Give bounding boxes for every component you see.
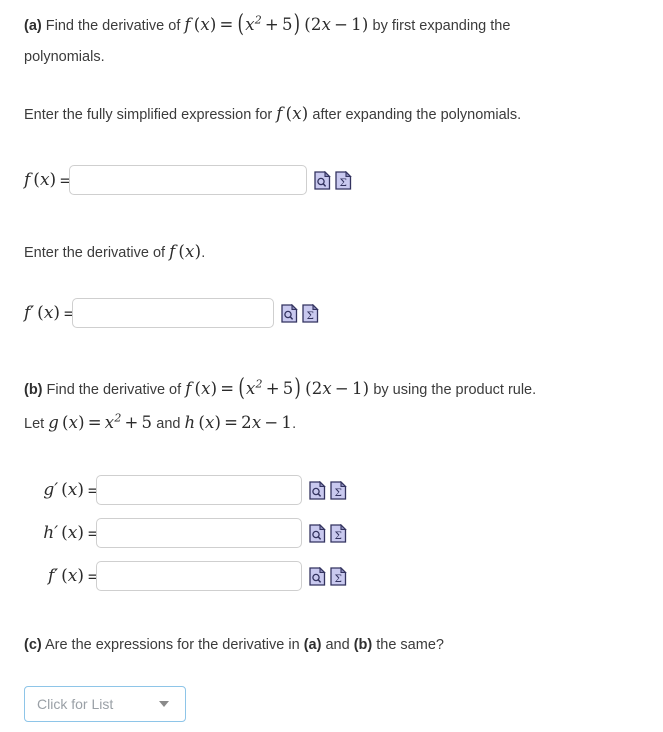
answer-label-fprime-b: f′ (x)	[47, 566, 84, 586]
let-and: and	[156, 416, 181, 432]
part-c-question: (c) Are the expressions for the derivati…	[24, 630, 444, 660]
svg-text:Σ: Σ	[307, 310, 314, 322]
part-a-question-line2: polynomials.	[24, 49, 105, 65]
answer-input-fx[interactable]	[68, 165, 307, 195]
definition-h: h (x) = 2x −1	[184, 413, 293, 432]
instruction-1-after: after expanding the polynomials.	[312, 107, 522, 123]
answer-label-fprime-a: f′ (x)	[24, 303, 61, 323]
answer-row-hprime: h′ (x) = Σ	[24, 518, 348, 548]
svg-text:Σ: Σ	[339, 177, 346, 189]
part-a-text-before: Find the derivative of	[45, 18, 181, 34]
answer-tools-fprime-b: Σ	[309, 566, 348, 586]
answer-tools-gprime: Σ	[309, 480, 348, 500]
answer-dropdown-part-c[interactable]: Click for List	[24, 686, 186, 722]
instruction-1-math: f (x)	[276, 104, 309, 123]
answer-input-gprime[interactable]	[96, 475, 303, 505]
svg-text:Σ: Σ	[335, 530, 342, 542]
answer-row-fprime-a: f′ (x) = Σ	[24, 298, 320, 328]
preview-document-icon[interactable]	[309, 566, 327, 586]
part-b-text-after: by using the product rule.	[373, 382, 537, 398]
instruction-2-math: f (x)	[169, 242, 202, 261]
part-b-question-line1: (b) Find the derivative of f (x) = (x2 +5) (2…	[24, 374, 536, 405]
answer-tools-fx: Σ	[313, 170, 352, 190]
let-before: Let	[24, 416, 45, 432]
part-b-marker: (b)	[24, 382, 43, 398]
part-a-text-after: by first expanding the	[372, 18, 511, 34]
part-c-text-2: and	[325, 637, 350, 653]
definition-g: g (x) = x2 +5	[48, 411, 153, 433]
part-a-question-line1: (a) Find the derivative of f (x) = (x2 +5) (2…	[24, 10, 510, 41]
svg-text:Σ: Σ	[335, 573, 342, 585]
let-end: .	[292, 416, 297, 432]
part-c-ref-a: (a)	[303, 637, 322, 653]
answer-row-fx: f (x) = Σ	[24, 165, 352, 195]
part-c-text-1: Are the expressions for the derivative i…	[44, 637, 300, 653]
preview-document-icon[interactable]	[313, 170, 331, 190]
equation-editor-sigma-icon[interactable]: Σ	[330, 523, 348, 543]
part-c-marker: (c)	[24, 637, 42, 653]
equation-editor-sigma-icon[interactable]: Σ	[330, 480, 348, 500]
answer-tools-hprime: Σ	[309, 523, 348, 543]
part-a-instruction-2: Enter the derivative of f (x).	[24, 237, 205, 268]
chevron-down-icon	[159, 701, 169, 707]
preview-document-icon[interactable]	[309, 523, 327, 543]
answer-label-fx: f (x)	[24, 170, 57, 190]
answer-input-fprime-b[interactable]	[96, 561, 303, 591]
answer-input-hprime[interactable]	[96, 518, 303, 548]
equation-editor-sigma-icon[interactable]: Σ	[302, 303, 320, 323]
preview-document-icon[interactable]	[281, 303, 299, 323]
instruction-2-after: .	[201, 245, 206, 261]
answer-row-gprime: g′ (x) = Σ	[24, 475, 348, 505]
part-c-ref-b: (b)	[353, 637, 373, 653]
answer-row-fprime-b: f′ (x) = Σ	[24, 561, 348, 591]
answer-input-fprime-a[interactable]	[72, 298, 275, 328]
part-a-formula: f (x) = (x2 +5) (2x −1)	[184, 9, 369, 38]
part-b-question-line2: Let g (x) = x2 +5 and h (x) = 2x −1.	[24, 408, 296, 439]
part-a-marker: (a)	[24, 18, 42, 34]
answer-tools-fprime-a: Σ	[281, 303, 320, 323]
svg-text:Σ: Σ	[335, 487, 342, 499]
equation-editor-sigma-icon[interactable]: Σ	[334, 170, 352, 190]
equation-editor-sigma-icon[interactable]: Σ	[330, 566, 348, 586]
part-c-text-3: the same?	[376, 637, 444, 653]
answer-label-hprime: h′ (x)	[43, 523, 84, 543]
dropdown-placeholder: Click for List	[37, 696, 114, 712]
exercise-page: (a) Find the derivative of f (x) = (x2 +5) (2…	[0, 0, 663, 732]
instruction-1-before: Enter the fully simplified expression fo…	[24, 107, 273, 123]
answer-label-gprime: g′ (x)	[43, 480, 84, 500]
part-b-formula: f (x) = (x2 +5) (2x −1)	[185, 373, 370, 402]
instruction-2-before: Enter the derivative of	[24, 245, 166, 261]
part-b-text-before: Find the derivative of	[46, 382, 182, 398]
preview-document-icon[interactable]	[309, 480, 327, 500]
part-a-instruction-1: Enter the fully simplified expression fo…	[24, 99, 521, 130]
